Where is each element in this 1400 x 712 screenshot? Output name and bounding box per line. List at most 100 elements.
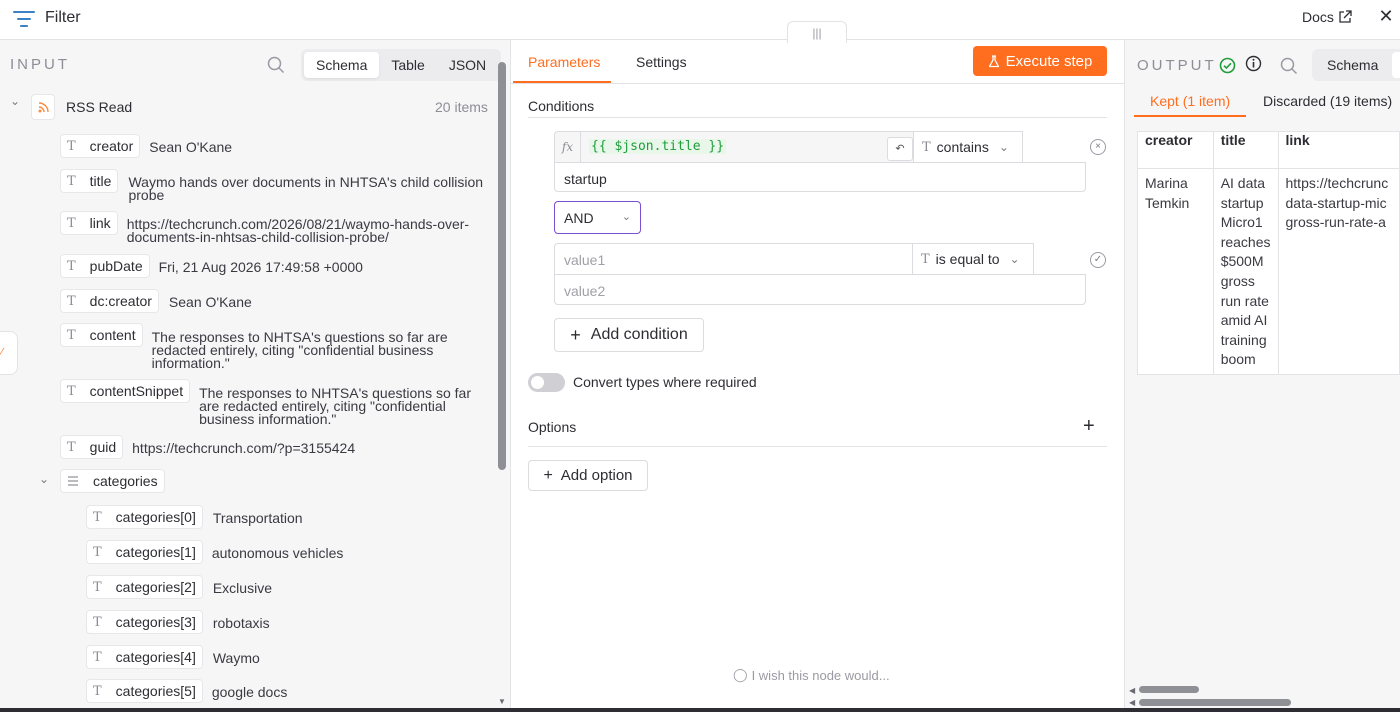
field-key-chip[interactable]: Tlink [60, 211, 118, 235]
execute-step-button[interactable]: Execute step [973, 46, 1107, 76]
text-type-icon: T [93, 544, 102, 560]
add-condition-label: Add condition [590, 326, 688, 343]
input-scrollbar[interactable] [498, 62, 506, 470]
output-table: creator title link Marina Temkin AI data… [1137, 131, 1400, 375]
field-key-chip[interactable]: categories [60, 469, 165, 493]
field-key-chip[interactable]: TcontentSnippet [60, 379, 191, 403]
field-key-chip[interactable]: Tcreator [60, 134, 141, 158]
field-row[interactable]: Tguid https://techcrunch.com/?p=3155424 [60, 435, 355, 459]
field-key-chip[interactable]: Tguid [60, 435, 124, 459]
operator-label: contains [936, 139, 989, 155]
toggle-knob [531, 376, 544, 389]
rss-icon-box [31, 94, 55, 120]
field-key-chip[interactable]: Tcategories[0] [86, 505, 203, 529]
panel-drag-handle[interactable]: ||| [787, 21, 847, 43]
output-horizontal-scrollbar[interactable] [1139, 686, 1199, 693]
condition1-expression-field[interactable]: fx {{ $json.title }} ↶ [554, 131, 914, 163]
output-label: OUTPUT [1137, 57, 1217, 74]
category-row[interactable]: Tcategories[2] Exclusive [86, 575, 272, 599]
search-icon[interactable] [267, 56, 285, 74]
plus-icon[interactable]: + [1083, 415, 1095, 438]
field-value: Exclusive [212, 580, 272, 596]
tab-settings[interactable]: Settings [636, 54, 687, 70]
column-header[interactable]: creator [1137, 131, 1214, 169]
reset-icon[interactable]: ↶ [887, 137, 913, 161]
scroll-left-arrow-icon[interactable]: ◀ [1129, 698, 1135, 707]
field-row[interactable]: Tdc:creator Sean O'Kane [60, 289, 252, 313]
chevron-down-icon[interactable]: ⌄ [39, 472, 49, 486]
tab-kept[interactable]: Kept (1 item) [1150, 93, 1230, 109]
column-header[interactable]: link [1277, 131, 1400, 169]
info-icon[interactable] [1245, 55, 1262, 72]
scroll-down-arrow-icon[interactable]: ▼ [498, 697, 506, 706]
node-name: RSS Read [66, 99, 133, 115]
chevron-down-icon[interactable]: ⌄ [10, 94, 20, 108]
category-row[interactable]: Tcategories[1] autonomous vehicles [86, 540, 343, 564]
tab-discarded[interactable]: Discarded (19 items) [1263, 93, 1392, 109]
scroll-left-arrow-icon[interactable]: ◀ [1129, 686, 1135, 695]
search-icon[interactable] [1280, 57, 1298, 75]
field-value: The responses to NHTSA's questions so fa… [152, 330, 448, 370]
tab-parameters[interactable]: Parameters [528, 54, 600, 70]
categories-row[interactable]: categories [60, 469, 165, 493]
docs-link[interactable]: Docs [1302, 9, 1352, 25]
condition-status-icon[interactable]: ✓ [1090, 252, 1106, 268]
field-row[interactable]: TpubDate Fri, 21 Aug 2026 17:49:58 +0000 [60, 254, 363, 278]
field-key: guid [89, 439, 117, 455]
top-bar: Filter Docs ✕ [0, 0, 1400, 40]
view-json-tab[interactable]: JSON [437, 52, 498, 78]
cell-line: startup [1220, 194, 1264, 211]
field-value: robotaxis [212, 615, 270, 631]
field-key-chip[interactable]: Ttitle [60, 169, 119, 193]
add-option-button[interactable]: + Add option [528, 460, 648, 491]
add-condition-button[interactable]: + Add condition [554, 318, 704, 352]
category-row[interactable]: Tcategories[5] google docs [86, 679, 287, 703]
node-title[interactable]: Filter [45, 9, 81, 27]
field-value: Transportation [212, 510, 303, 526]
text-type-icon: T [67, 173, 76, 189]
chevron-down-icon: ⌄ [1009, 252, 1020, 266]
field-row[interactable]: Ttitle Waymo hands over documents in NHT… [60, 169, 483, 202]
node-row[interactable]: ⌄ [10, 94, 20, 108]
condition2-value2-field[interactable]: value2 [554, 274, 1086, 305]
field-key-chip[interactable]: Tcategories[5] [86, 679, 203, 703]
category-row[interactable]: Tcategories[3] robotaxis [86, 610, 270, 634]
field-key-chip[interactable]: Tcontent [60, 323, 143, 347]
convert-types-toggle[interactable] [528, 373, 565, 392]
field-key-chip[interactable]: Tdc:creator [60, 289, 159, 313]
view-schema-tab[interactable]: Schema [304, 52, 380, 78]
column-header[interactable]: title [1212, 131, 1279, 169]
field-row[interactable]: Tcontent The responses to NHTSA's questi… [60, 323, 448, 370]
text-type-icon: T [67, 439, 76, 455]
view-table-tab[interactable]: Table [379, 52, 436, 78]
close-icon[interactable]: ✕ [1376, 6, 1396, 30]
category-row[interactable]: Tcategories[0] Transportation [86, 505, 303, 529]
field-key: contentSnippet [89, 383, 184, 399]
collapsed-node-tab[interactable]: ∕ [0, 331, 18, 375]
field-value: Waymo [212, 650, 260, 666]
field-row[interactable]: TcontentSnippet The responses to NHTSA's… [60, 379, 471, 426]
plus-icon: + [570, 324, 581, 345]
category-row[interactable]: Tcategories[4] Waymo [86, 645, 260, 669]
field-row[interactable]: Tlink https://techcrunch.com/2026/08/21/… [60, 211, 469, 244]
combinator-select[interactable]: AND ⌄ [554, 201, 641, 234]
panel-horizontal-scrollbar[interactable] [1139, 699, 1291, 706]
condition1-operator-select[interactable]: T contains ⌄ [913, 131, 1023, 163]
field-key-chip[interactable]: Tcategories[4] [86, 645, 203, 669]
field-key: dc:creator [89, 293, 152, 309]
feedback-link[interactable]: ◯ I wish this node would... [733, 667, 890, 683]
view-schema-tab[interactable]: Schema [1315, 52, 1390, 78]
field-key-chip[interactable]: Tcategories[2] [86, 575, 203, 599]
remove-condition-icon[interactable]: × [1090, 139, 1106, 155]
field-key-chip[interactable]: Tcategories[3] [86, 610, 203, 634]
execute-step-label: Execute step [1005, 52, 1093, 70]
field-key-chip[interactable]: TpubDate [60, 254, 150, 278]
condition2-value1-field[interactable]: value1 [554, 243, 913, 275]
condition1-value-field[interactable]: startup [554, 162, 1086, 192]
field-row[interactable]: Tcreator Sean O'Kane [60, 134, 232, 158]
field-value-line: documents-in-nhtsas-child-collision-prob… [126, 229, 389, 245]
field-value-line: probe [128, 187, 165, 203]
condition2-operator-select[interactable]: T is equal to ⌄ [912, 243, 1034, 275]
field-key-chip[interactable]: Tcategories[1] [86, 540, 203, 564]
cell-line: training [1220, 331, 1267, 348]
